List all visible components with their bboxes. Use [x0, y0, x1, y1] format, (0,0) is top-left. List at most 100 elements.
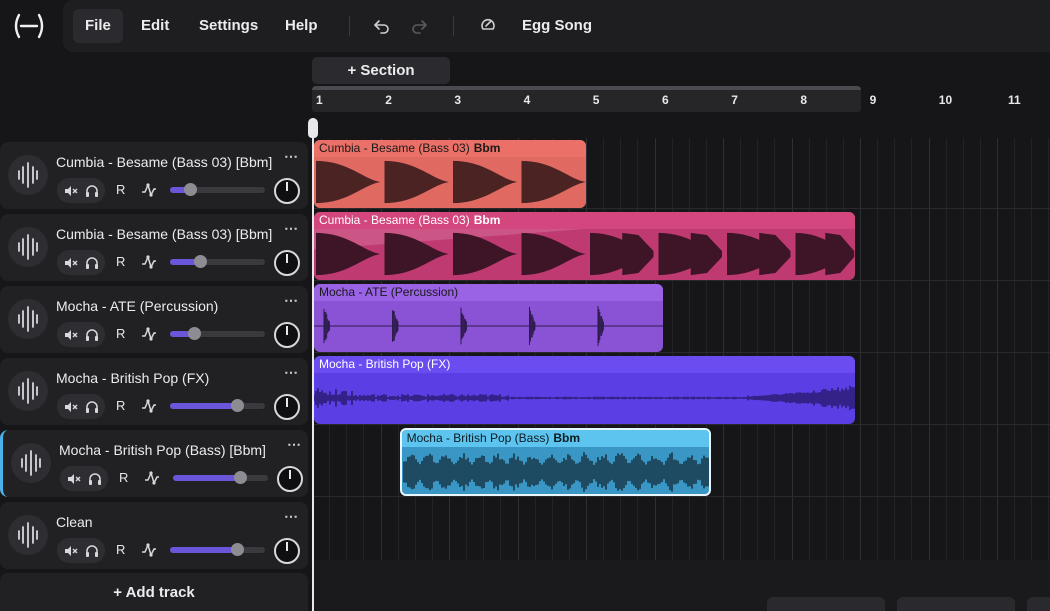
bar-number: 6: [662, 93, 669, 107]
clip-name: Mocha - ATE (Percussion): [319, 285, 459, 299]
track-header[interactable]: Mocha - British Pop (FX) ⋯ R: [0, 358, 308, 425]
record-arm-button[interactable]: R: [116, 398, 125, 413]
track-header[interactable]: Cumbia - Besame (Bass 03) [Bbm] ⋯ R: [0, 142, 308, 209]
menu-file[interactable]: File: [73, 9, 123, 43]
volume-handle[interactable]: [233, 471, 247, 484]
more-options-icon[interactable]: ⋯: [284, 364, 299, 381]
redo-icon[interactable]: [409, 16, 429, 36]
playhead[interactable]: [312, 118, 314, 611]
record-arm-button[interactable]: R: [116, 254, 125, 269]
track-instrument-button[interactable]: [8, 155, 48, 195]
mute-icon[interactable]: [63, 183, 79, 199]
automation-icon[interactable]: [141, 542, 157, 558]
pan-knob[interactable]: [274, 250, 300, 276]
more-options-icon[interactable]: ⋯: [287, 436, 302, 453]
track-header[interactable]: Mocha - British Pop (Bass) [Bbm] ⋯ R: [0, 430, 308, 497]
volume-slider[interactable]: [170, 183, 265, 196]
more-options-icon[interactable]: ⋯: [284, 220, 299, 237]
volume-slider[interactable]: [170, 399, 265, 412]
audio-clip[interactable]: Mocha - ATE (Percussion): [314, 284, 664, 352]
audio-clip[interactable]: Mocha - British Pop (Bass) Bbm: [399, 428, 712, 496]
undo-icon[interactable]: [372, 16, 392, 36]
add-track-button[interactable]: + Add track: [0, 573, 308, 611]
record-arm-button[interactable]: R: [119, 470, 128, 485]
volume-handle[interactable]: [187, 327, 201, 340]
mute-icon[interactable]: [63, 255, 79, 271]
track-instrument-button[interactable]: [8, 515, 48, 555]
track-header[interactable]: Mocha - ATE (Percussion) ⋯ R: [0, 286, 308, 353]
daw-app: File Edit Settings Help Egg Song + Secti…: [0, 0, 1050, 611]
track-instrument-button[interactable]: [8, 371, 48, 411]
waveform-icon: [18, 234, 38, 260]
volume-handle[interactable]: [194, 255, 208, 268]
mute-icon[interactable]: [63, 327, 79, 343]
pan-knob[interactable]: [274, 394, 300, 420]
headphones-icon[interactable]: [84, 399, 100, 415]
logo-icon[interactable]: [10, 12, 48, 40]
bottom-panel-tab[interactable]: [767, 597, 885, 611]
mute-icon[interactable]: [63, 399, 79, 415]
volume-slider[interactable]: [170, 255, 265, 268]
track-header[interactable]: Clean ⋯ R: [0, 502, 308, 569]
headphones-icon[interactable]: [84, 255, 100, 271]
automation-icon[interactable]: [141, 254, 157, 270]
metronome-icon[interactable]: [478, 16, 498, 36]
mute-icon[interactable]: [66, 471, 82, 487]
clip-key: Bbm: [553, 431, 581, 445]
track-instrument-button[interactable]: [11, 443, 51, 483]
track-instrument-button[interactable]: [8, 227, 48, 267]
record-arm-button[interactable]: R: [116, 326, 125, 341]
track-name[interactable]: Mocha - British Pop (FX): [56, 370, 209, 386]
menu-edit[interactable]: Edit: [129, 9, 181, 43]
mute-icon[interactable]: [63, 543, 79, 559]
bar-number: 3: [454, 93, 462, 107]
track-name[interactable]: Mocha - British Pop (Bass) [Bbm]: [59, 442, 266, 458]
clip-name: Mocha - British Pop (FX): [319, 357, 451, 371]
audio-clip[interactable]: Mocha - British Pop (FX): [314, 356, 856, 424]
track-name[interactable]: Mocha - ATE (Percussion): [56, 298, 218, 314]
automation-icon[interactable]: [141, 398, 157, 414]
pan-knob[interactable]: [274, 538, 300, 564]
more-options-icon[interactable]: ⋯: [284, 148, 299, 165]
menu-help[interactable]: Help: [273, 9, 330, 43]
audio-clip[interactable]: Cumbia - Besame (Bass 03) Bbm: [314, 212, 856, 280]
record-arm-button[interactable]: R: [116, 542, 125, 557]
mute-solo-group: [60, 466, 108, 491]
add-section-button[interactable]: + Section: [312, 57, 450, 84]
track-instrument-button[interactable]: [8, 299, 48, 339]
volume-handle[interactable]: [183, 183, 197, 196]
track-header[interactable]: Cumbia - Besame (Bass 03) [Bbm] ⋯ R: [0, 214, 308, 281]
mute-solo-group: [57, 250, 105, 275]
volume-slider[interactable]: [173, 471, 268, 484]
automation-icon[interactable]: [144, 470, 160, 486]
headphones-icon[interactable]: [84, 543, 100, 559]
track-name[interactable]: Cumbia - Besame (Bass 03) [Bbm]: [56, 154, 272, 170]
track-name[interactable]: Cumbia - Besame (Bass 03) [Bbm]: [56, 226, 272, 242]
menu-settings[interactable]: Settings: [187, 9, 270, 43]
loop-region[interactable]: [312, 86, 861, 112]
automation-icon[interactable]: [141, 326, 157, 342]
track-name[interactable]: Clean: [56, 514, 93, 530]
headphones-icon[interactable]: [87, 471, 103, 487]
volume-handle[interactable]: [230, 399, 244, 412]
volume-slider[interactable]: [170, 327, 265, 340]
more-options-icon[interactable]: ⋯: [284, 508, 299, 525]
more-options-icon[interactable]: ⋯: [284, 292, 299, 309]
bar-number: 9: [869, 93, 877, 107]
pan-knob[interactable]: [274, 322, 300, 348]
record-arm-button[interactable]: R: [116, 182, 125, 197]
menu-divider: [349, 16, 350, 36]
headphones-icon[interactable]: [84, 183, 100, 199]
bottom-panel-tab[interactable]: [1027, 597, 1050, 611]
song-title[interactable]: Egg Song: [522, 17, 592, 34]
automation-icon[interactable]: [141, 182, 157, 198]
audio-clip[interactable]: Cumbia - Besame (Bass 03) Bbm: [314, 140, 586, 208]
volume-handle[interactable]: [230, 543, 244, 556]
pan-knob[interactable]: [277, 466, 303, 492]
bottom-panel-tab[interactable]: [897, 597, 1015, 611]
playhead-handle[interactable]: [308, 118, 318, 138]
headphones-icon[interactable]: [84, 327, 100, 343]
clip-label: Mocha - ATE (Percussion): [319, 285, 458, 299]
volume-slider[interactable]: [170, 543, 265, 556]
pan-knob[interactable]: [274, 178, 300, 204]
